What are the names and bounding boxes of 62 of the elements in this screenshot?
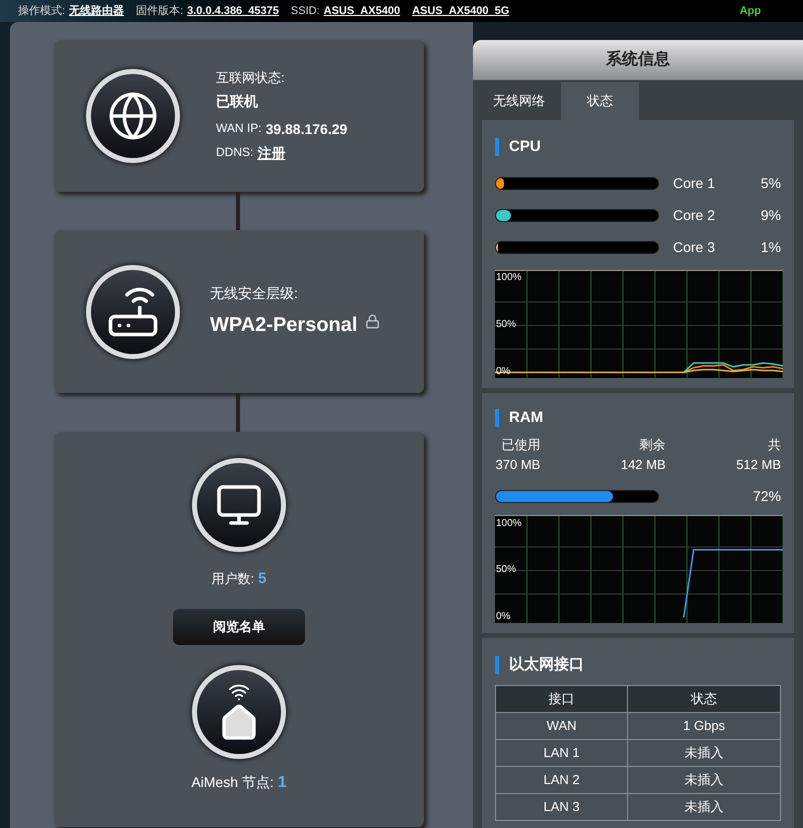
aimesh-count: 1 <box>278 772 287 792</box>
table-cell: LAN 3 <box>496 793 628 820</box>
core-reading: 9% <box>760 206 781 224</box>
ram-value: 370 MB <box>495 456 540 474</box>
info-label: 操作模式: <box>18 4 66 19</box>
core-name: Core 3 <box>673 238 716 256</box>
axis-label: 100% <box>496 273 522 283</box>
ram-label: 剩余 <box>638 436 666 454</box>
wan-ip-value: 39.88.176.29 <box>266 120 348 139</box>
ram-label: 共 <box>767 436 781 454</box>
panel-tab[interactable]: 无线网络 <box>483 82 555 120</box>
info-link[interactable]: 3.0.0.4.386_45375 <box>187 2 279 20</box>
info-link[interactable]: ASUS_AX5400_5G <box>412 2 510 20</box>
panel-tab[interactable]: 状态 <box>561 82 639 120</box>
security-label: 无线安全层级: <box>210 284 299 303</box>
ram-label: 已使用 <box>500 436 540 454</box>
wan-ip-label: WAN IP: <box>216 120 262 137</box>
table-cell: 未插入 <box>628 766 780 793</box>
ram-reading: 72% <box>752 487 781 506</box>
section-title: RAM <box>509 408 544 428</box>
ram-value: 512 MB <box>735 456 781 474</box>
core-name: Core 1 <box>673 174 716 192</box>
table-cell: LAN 2 <box>496 766 628 793</box>
table-cell: LAN 1 <box>496 739 628 766</box>
clients-label: 用户数: <box>212 570 254 588</box>
status-label: 互联网状态: <box>216 69 286 88</box>
table-cell: 1 Gbps <box>628 712 780 739</box>
core-reading: 1% <box>760 238 781 256</box>
column-header: 接口 <box>496 685 628 712</box>
ddns-link[interactable]: 注册 <box>257 142 286 164</box>
router-icon[interactable] <box>86 264 180 358</box>
axis-label: 50% <box>496 565 516 576</box>
ddns-label: DDNS: <box>216 144 254 161</box>
table-cell: 未插入 <box>628 739 780 766</box>
info-link[interactable]: ASUS_AX5400 <box>324 2 400 20</box>
column-header: 状态 <box>628 685 780 712</box>
aimesh-label: AiMesh 节点: <box>191 772 274 792</box>
ram-value: 142 MB <box>620 456 666 474</box>
view-list-button[interactable]: 阅览名单 <box>173 608 305 644</box>
table-cell: WAN <box>496 712 628 739</box>
axis-label: 100% <box>496 518 522 528</box>
lock-icon <box>365 314 380 328</box>
security-value: WPA2-Personal <box>210 313 358 338</box>
mesh-house-icon[interactable] <box>192 664 286 758</box>
internet-card[interactable]: 互联网状态: 已联机 WAN IP: 39.88.176.29 DDNS: 注册 <box>54 40 424 192</box>
info-link[interactable]: 无线路由器 <box>69 2 124 20</box>
axis-label: 0% <box>496 612 510 622</box>
axis-label: 50% <box>496 320 516 330</box>
clients-count: 5 <box>258 569 266 589</box>
section-title: 以太网接口 <box>509 655 584 675</box>
app-link[interactable]: App <box>740 2 761 20</box>
info-label: SSID: <box>290 4 320 19</box>
info-label: 固件版本: <box>136 4 184 19</box>
core-name: Core 2 <box>673 206 716 224</box>
panel-title: 系统信息 <box>606 49 670 70</box>
core-reading: 5% <box>760 174 781 192</box>
monitor-icon[interactable] <box>192 458 286 552</box>
table-cell: 未插入 <box>628 793 780 820</box>
wireless-card[interactable]: 无线安全层级: WPA2-Personal <box>54 230 424 393</box>
section-title: CPU <box>509 137 541 157</box>
status-value: 已联机 <box>216 92 259 111</box>
globe-icon[interactable] <box>86 69 180 163</box>
